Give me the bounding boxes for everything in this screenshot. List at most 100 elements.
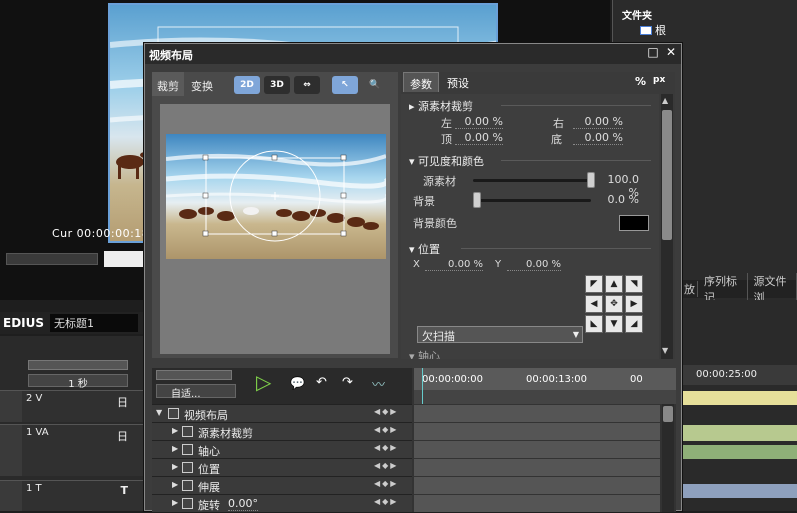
keyframe-ruler[interactable]: 00:00:00:00 00:00:13:00 00 <box>414 368 676 390</box>
align-top-icon[interactable]: ▲ <box>605 275 623 293</box>
kf-row-pivot[interactable]: ▶ 轴心 ◀◆▶ <box>152 440 412 458</box>
undo-icon[interactable]: ↶ <box>316 375 327 390</box>
kf-row-crop[interactable]: ▶ 源素材裁剪 ◀◆▶ <box>152 422 412 440</box>
2d-mode-button[interactable]: 2D <box>234 76 260 94</box>
tab-bin[interactable]: 放 <box>682 281 698 297</box>
folder-icon <box>640 26 652 35</box>
crop-section[interactable]: ▸ 源素材裁剪 <box>409 98 473 114</box>
bin-tabs: 放 序列标记 源文件浏 <box>680 280 797 298</box>
keyframe-scrollbar[interactable] <box>662 404 674 512</box>
crop-left-label: 左 <box>441 115 452 131</box>
visibility-section[interactable]: ▾ 可见度和颜色 <box>409 153 484 169</box>
scroll-down-icon[interactable]: ▼ <box>662 346 672 356</box>
close-icon[interactable]: ✕ <box>665 47 677 59</box>
parameters-panel: 参数 预设 % px ▸ 源素材裁剪 左 0.00 % 右 0.00 % 顶 0… <box>401 72 675 359</box>
video-layout-dialog: 视频布局 □ ✕ 裁剪 变换 2D 3D ⇔ ↖ 🔍 <box>144 43 682 511</box>
crop-top-value[interactable]: 0.00 % <box>455 131 503 145</box>
scroll-thumb[interactable] <box>662 110 672 240</box>
track-1t[interactable]: 1 T T <box>0 480 148 511</box>
va-clip[interactable] <box>682 425 797 441</box>
track-1t-label: 1 T <box>26 483 42 494</box>
audio-clip[interactable] <box>682 445 797 459</box>
layout-canvas-panel: 裁剪 变换 2D 3D ⇔ ↖ 🔍 <box>152 72 398 358</box>
align-center-icon[interactable]: ✥ <box>605 295 623 313</box>
select-tool-icon[interactable]: ↖ <box>332 76 358 94</box>
3d-mode-button[interactable]: 3D <box>264 76 290 94</box>
keyframe-scale-select[interactable]: 自适... <box>156 384 236 398</box>
kf-row-position[interactable]: ▶ 位置 ◀◆▶ <box>152 458 412 476</box>
properties-list: ▸ 源素材裁剪 左 0.00 % 右 0.00 % 顶 0.00 % 底 0.0… <box>401 94 659 359</box>
crop-right-value[interactable]: 0.00 % <box>573 115 623 129</box>
position-x-value[interactable]: 0.00 % <box>425 259 483 271</box>
position-x-label: X <box>413 259 420 270</box>
edius-logo: EDIUS <box>3 316 44 330</box>
source-opacity-slider[interactable] <box>473 179 591 182</box>
crop-bottom-label: 底 <box>551 131 562 147</box>
crop-bottom-value[interactable]: 0.00 % <box>573 131 623 145</box>
align-bottom-left-icon[interactable]: ◣ <box>585 315 603 333</box>
tab-transform[interactable]: 变换 <box>186 72 218 96</box>
root-folder-label: 根 <box>655 22 666 38</box>
source-opacity-knob[interactable] <box>587 172 595 188</box>
background-opacity-label: 背景 <box>413 193 435 209</box>
keyframe-toolbar: 自适... ▷ 💬 ↶ ↷ 〰 <box>152 368 412 404</box>
track-2v-icon: 日 <box>117 394 128 410</box>
curve-icon[interactable]: 〰 <box>372 374 385 393</box>
overscan-select[interactable]: 欠扫描 ▼ <box>417 326 583 343</box>
keyframe-zoom-slider[interactable] <box>156 370 232 380</box>
tab-crop[interactable]: 裁剪 <box>152 72 184 96</box>
video-clip[interactable] <box>682 391 797 405</box>
track-1va[interactable]: 1 VA 日 <box>0 424 148 476</box>
source-opacity-label: 源素材 <box>423 173 456 189</box>
timescale-select[interactable]: 1 秒 <box>28 374 128 387</box>
scroll-up-icon[interactable]: ▲ <box>662 96 672 106</box>
maximize-icon[interactable]: □ <box>647 47 659 59</box>
position-section[interactable]: ▾ 位置 <box>409 241 440 257</box>
rotation-value[interactable]: 0.00° <box>228 497 258 511</box>
edius-header: EDIUS 无标题1 <box>0 312 148 334</box>
align-bottom-icon[interactable]: ▼ <box>605 315 623 333</box>
unit-percent-button[interactable]: % <box>635 75 646 88</box>
background-opacity-slider[interactable] <box>473 199 591 202</box>
chevron-down-icon: ▼ <box>573 330 579 339</box>
properties-scrollbar[interactable]: ▲ ▼ <box>661 94 673 359</box>
track-1va-label: 1 VA <box>26 427 49 438</box>
crop-left-value[interactable]: 0.00 % <box>455 115 503 129</box>
tab-parameters[interactable]: 参数 <box>403 72 439 92</box>
zoom-tool-icon[interactable]: 🔍 <box>362 76 388 94</box>
align-right-icon[interactable]: ▶ <box>625 295 643 313</box>
root-folder[interactable]: 根 <box>640 22 672 38</box>
align-top-right-icon[interactable]: ◥ <box>625 275 643 293</box>
align-bottom-right-icon[interactable]: ◢ <box>625 315 643 333</box>
align-top-left-icon[interactable]: ◤ <box>585 275 603 293</box>
title-track-icon: T <box>120 484 128 497</box>
keyframe-panel: 自适... ▷ 💬 ↶ ↷ 〰 00:00:00:00 00:00:13:00 … <box>152 368 676 512</box>
pivot-button[interactable]: ⇔ <box>294 76 320 94</box>
track-header-panel: 1 秒 2 V 日 1 VA 日 1 T T <box>0 336 148 511</box>
kf-row-stretch[interactable]: ▶ 伸展 ◀◆▶ <box>152 476 412 494</box>
track-2v[interactable]: 2 V 日 <box>0 390 148 422</box>
project-name[interactable]: 无标题1 <box>50 314 138 332</box>
folder-panel-title: 文件夹 <box>622 7 652 22</box>
background-opacity-knob[interactable] <box>473 192 481 208</box>
title-clip[interactable] <box>682 484 797 498</box>
stage-preview[interactable] <box>166 134 386 259</box>
background-color-label: 背景颜色 <box>413 215 457 231</box>
playhead-slider[interactable] <box>104 251 144 267</box>
zoom-slider[interactable] <box>28 360 128 370</box>
preview-loop-icon[interactable]: 💬 <box>290 376 305 390</box>
background-color-swatch[interactable] <box>619 215 649 231</box>
kf-row-video-layout[interactable]: ▼ 视频布局 ◀◆▶ <box>152 404 412 422</box>
shuttle-bar[interactable] <box>6 253 98 265</box>
kf-row-rotation[interactable]: ▶ 旋转 0.00° ◀◆▶ <box>152 494 412 512</box>
position-y-label: Y <box>495 259 501 270</box>
background-opacity-value[interactable]: 0.0 % <box>597 193 639 206</box>
current-timecode: Cur 00:00:00:18 <box>52 227 149 240</box>
tab-presets[interactable]: 预设 <box>441 72 475 92</box>
align-left-icon[interactable]: ◀ <box>585 295 603 313</box>
position-y-value[interactable]: 0.00 % <box>507 259 561 271</box>
unit-pixel-button[interactable]: px <box>653 75 665 85</box>
redo-icon[interactable]: ↷ <box>342 375 353 390</box>
play-icon[interactable]: ▷ <box>256 372 271 392</box>
pivot-section[interactable]: ▾ 轴心 <box>409 348 440 359</box>
